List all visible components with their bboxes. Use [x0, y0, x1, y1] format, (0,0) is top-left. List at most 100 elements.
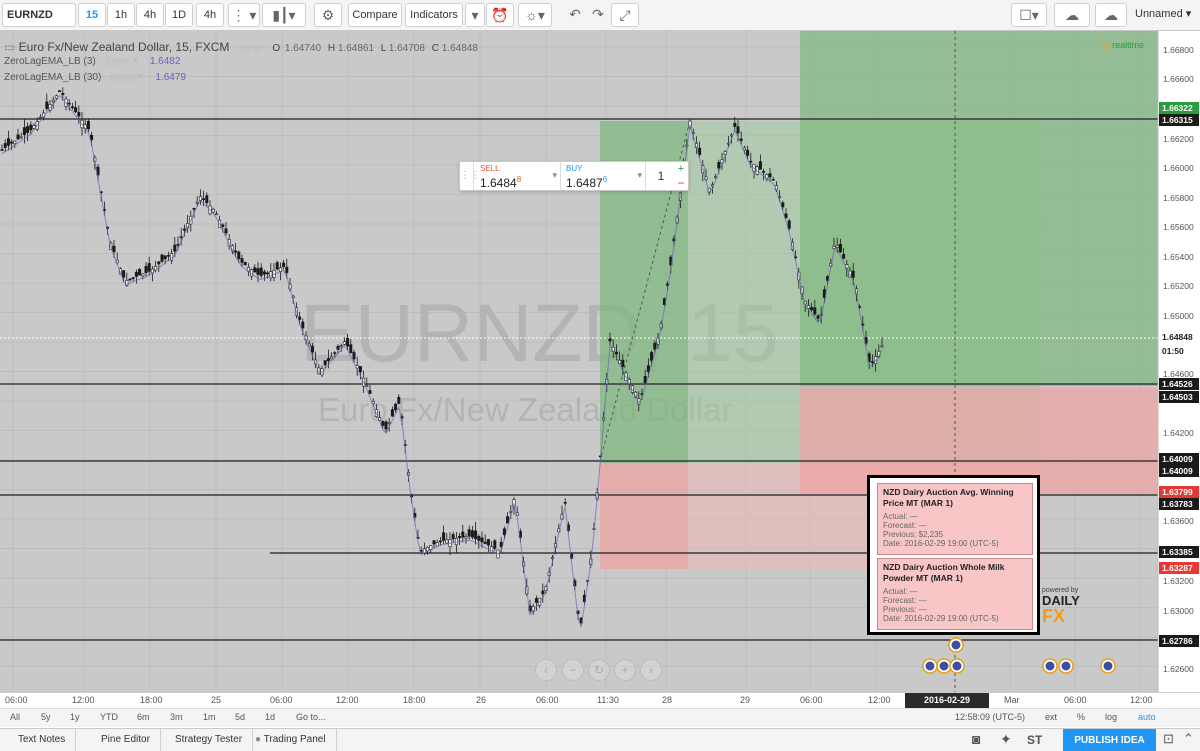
undo-icon[interactable]: ↶ [563, 3, 587, 27]
candle-body [326, 358, 330, 362]
camera-icon[interactable]: ◙ [972, 731, 980, 747]
brand-fx: FX [1042, 606, 1066, 626]
redo-icon[interactable]: ↷ [586, 3, 610, 27]
event-card[interactable]: NZD Dairy Auction Avg. Winning Price MT … [877, 483, 1033, 555]
candle-body [474, 530, 478, 540]
range-5y[interactable]: 5y [41, 712, 51, 722]
indicators-button[interactable]: Indicators [405, 3, 463, 27]
candle-body [346, 337, 350, 347]
maximize-panel-icon[interactable]: ⊡ [1163, 731, 1174, 747]
goto-date-button[interactable]: Go to... [296, 712, 326, 722]
fullscreen-icon[interactable]: ⤢ [611, 3, 639, 27]
cloud-load-icon[interactable]: ☁ [1095, 3, 1127, 27]
symbol-search-input[interactable]: EURNZD [2, 3, 76, 27]
time-axis[interactable]: 2016-02-29 18:30:00 06:00 12:00 18:00 25 06:… [0, 692, 1200, 720]
drag-handle-icon[interactable]: ⋮⋮ [460, 162, 480, 190]
candle-body [221, 224, 225, 227]
candle-body [147, 263, 151, 272]
candle-body [813, 307, 817, 315]
candle-body [237, 251, 241, 259]
reset-chart-icon[interactable]: ↻ [588, 659, 610, 681]
publish-idea-button[interactable]: PUBLISH IDEA [1063, 729, 1156, 751]
interval-button-4h-custom[interactable]: 4h [196, 3, 224, 27]
interval-button-1h[interactable]: 1h [107, 3, 135, 27]
range-1m[interactable]: 1m [203, 712, 216, 722]
range-5d[interactable]: 5d [235, 712, 245, 722]
layout-grid-icon[interactable]: ☐▾ [1011, 3, 1047, 27]
candle-body [202, 198, 206, 201]
indicator-legend-2[interactable]: ZeroLagEMA_LB (30) ◎◎◎✕ 1.6479 [4, 72, 186, 83]
collapse-panel-icon[interactable]: ⌃ [1183, 731, 1194, 747]
price-axis-tick: 1.65600 [1163, 222, 1194, 232]
buy-button[interactable]: BUY 1.64876 ▾ [562, 162, 646, 190]
range-ytd[interactable]: YTD [100, 712, 118, 722]
chart-legend: ▭ Euro Fx/New Zealand Dollar, 15, FXCM ◎… [4, 40, 478, 54]
candle-body [739, 138, 743, 141]
candlestick-style-icon[interactable]: ▮┃▾ [262, 3, 306, 27]
tab-text-notes[interactable]: Text Notes [8, 729, 77, 751]
legend-settings-icons[interactable]: ◎ ◎ [241, 43, 261, 54]
candle-body [880, 345, 884, 348]
economic-event-marker-dot [952, 661, 962, 671]
zoom-in-icon[interactable]: + [614, 659, 636, 681]
indicator-2-controls-icon[interactable]: ◎◎◎✕ [110, 72, 145, 83]
time-axis-tick: 29 [740, 695, 751, 705]
quantity-increase-button[interactable]: + [674, 162, 688, 176]
twitter-icon[interactable]: ✦ [1000, 731, 1012, 748]
candle-body [842, 254, 846, 259]
sell-button[interactable]: SELL 1.64848 ▾ [476, 162, 561, 190]
percent-scale-toggle[interactable]: % [1077, 712, 1085, 722]
collapse-chevron-icon[interactable]: ▭ [4, 40, 19, 54]
interval-button-4h[interactable]: 4h [136, 3, 164, 27]
range-1y[interactable]: 1y [70, 712, 80, 722]
interval-button-15[interactable]: 15 [78, 3, 106, 27]
layout-name-menu[interactable]: Unnamed ▾ [1129, 3, 1199, 27]
candle-body [851, 270, 855, 278]
range-3m[interactable]: 3m [170, 712, 183, 722]
alert-clock-icon[interactable]: ⏰ [486, 3, 514, 27]
quantity-decrease-button[interactable]: − [674, 176, 688, 190]
extended-hours-toggle[interactable]: ext [1045, 712, 1057, 722]
range-1d[interactable]: 1d [265, 712, 275, 722]
candle-body [13, 140, 17, 144]
clock-icon: ◷ [1100, 39, 1110, 51]
bottom-panel-bar: Text Notes Pine Editor Strategy Tester ●… [0, 728, 1200, 751]
candle-body [358, 366, 362, 373]
log-scale-toggle[interactable]: log [1105, 712, 1117, 722]
chart-area[interactable]: EURNZD, 15 Euro Fx/New Zealand Dollar 1.66… [0, 31, 1200, 692]
event-card[interactable]: NZD Dairy Auction Whole Milk Powder MT (… [877, 558, 1033, 630]
auto-scale-toggle[interactable]: auto [1138, 712, 1156, 722]
candle-body [275, 262, 279, 270]
candle-body [387, 422, 391, 424]
zoom-out-icon[interactable]: − [562, 659, 584, 681]
interval-dropdown-chevron-icon[interactable]: ⋮ ▾ [228, 3, 260, 27]
candle-body [29, 124, 33, 131]
cloud-save-icon[interactable]: ☁ [1054, 3, 1090, 27]
stocktwits-button[interactable]: ST [1027, 733, 1042, 747]
open-value: 1.64740 [284, 43, 322, 54]
bulb-icon[interactable]: ☼▾ [518, 3, 552, 27]
indicators-dropdown-chevron-icon[interactable]: ▾ [465, 3, 485, 27]
indicator-1-controls-icon[interactable]: ◎◎◎✕ [105, 56, 140, 67]
tab-strategy-tester[interactable]: Strategy Tester [165, 729, 254, 751]
scroll-right-icon[interactable]: › [640, 659, 662, 681]
interval-button-1d[interactable]: 1D [165, 3, 193, 27]
realtime-indicator: ◷ realtime [1100, 38, 1144, 51]
clock-readout: 12:58:09 (UTC-5) [955, 712, 1026, 722]
buy-dropdown-chevron-icon[interactable]: ▾ [637, 170, 642, 181]
range-6m[interactable]: 6m [137, 712, 150, 722]
indicator-legend-1[interactable]: ZeroLagEMA_LB (3) ◎◎◎✕ 1.6482 [4, 56, 180, 67]
open-label: O [272, 43, 281, 54]
compare-button[interactable]: Compare [348, 3, 402, 27]
gear-icon[interactable]: ⚙ [314, 3, 342, 27]
quantity-input[interactable]: 1 [648, 162, 674, 190]
tab-pine-editor[interactable]: Pine Editor [91, 729, 161, 751]
scroll-left-icon[interactable]: ‹ [535, 659, 557, 681]
economic-event-marker-dot [1103, 661, 1113, 671]
price-axis-tick: 1.65800 [1163, 193, 1194, 203]
sell-dropdown-chevron-icon[interactable]: ▾ [552, 170, 557, 181]
high-label: H [327, 43, 336, 54]
tab-trading-panel[interactable]: ● Trading Panel [245, 729, 337, 751]
range-all[interactable]: All [10, 712, 20, 722]
candle-body [282, 262, 286, 267]
